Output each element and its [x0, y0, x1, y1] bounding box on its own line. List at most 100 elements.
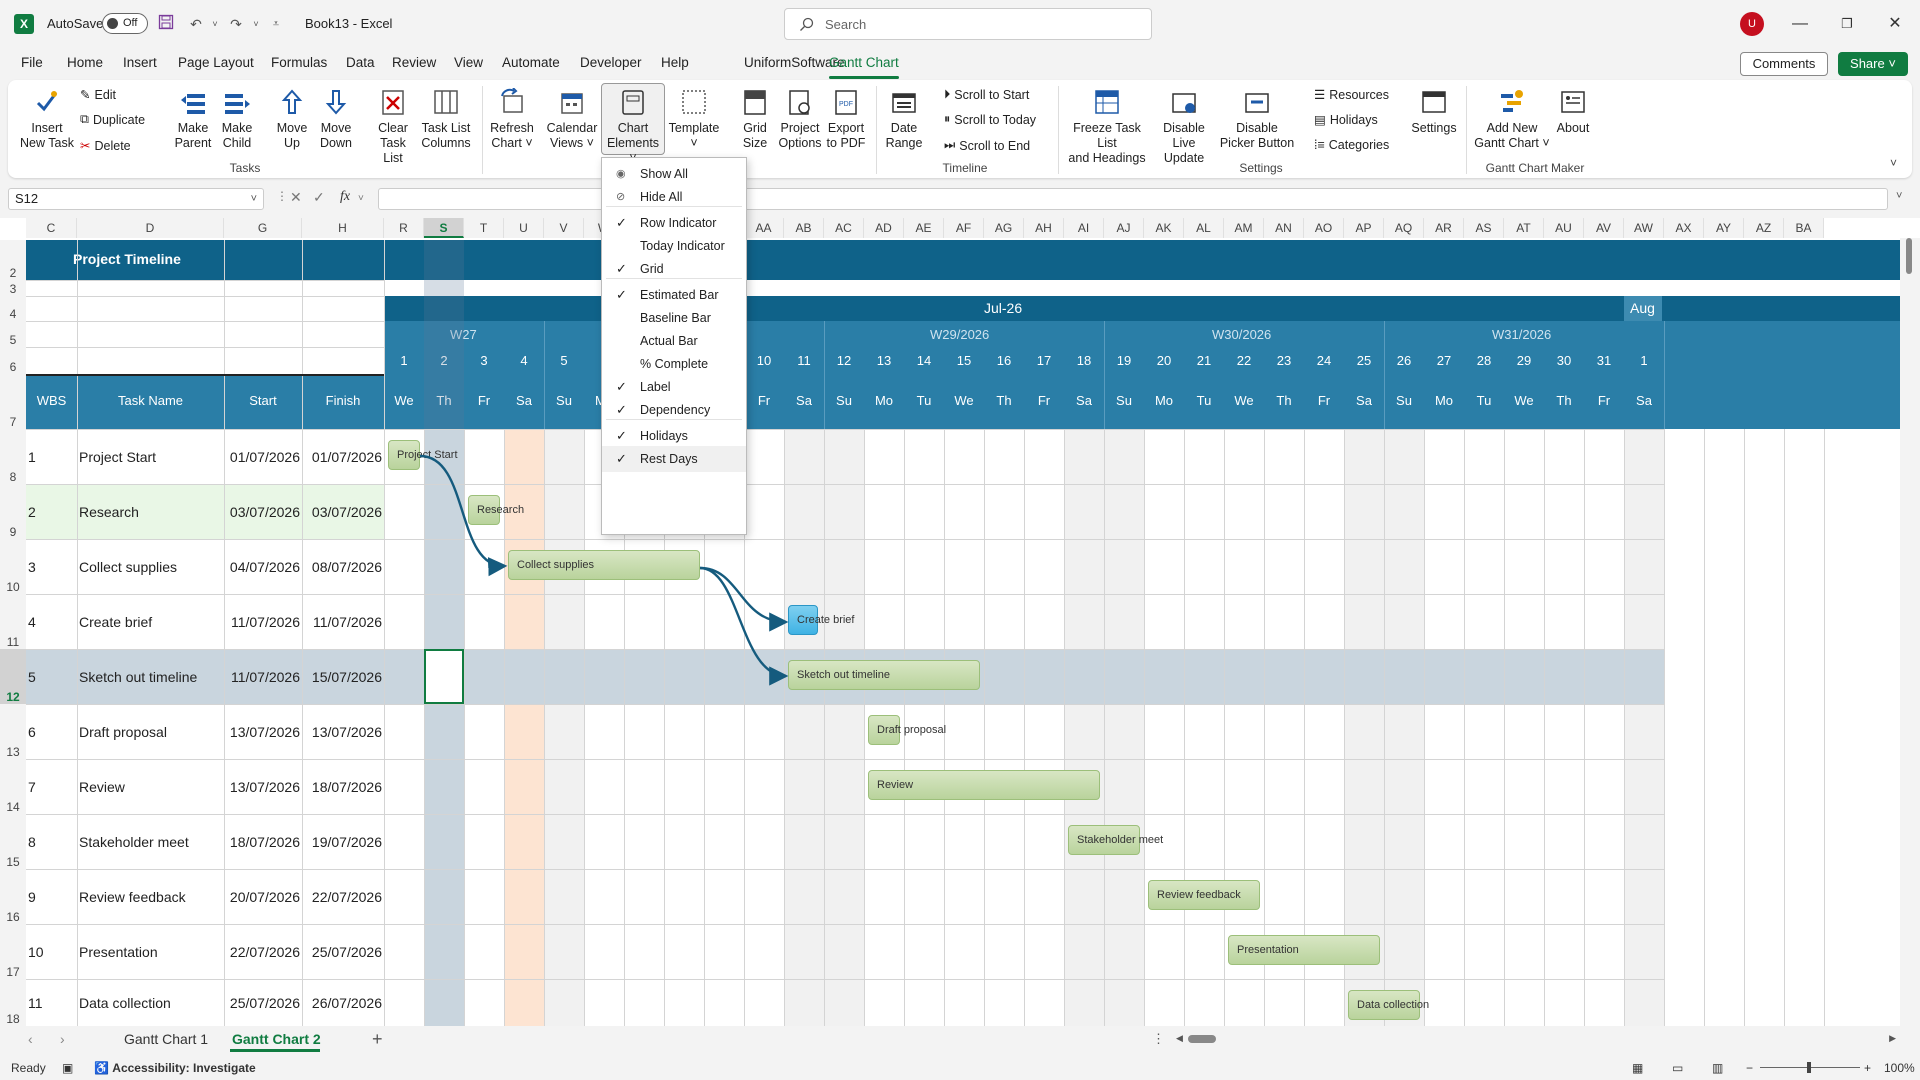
categories-button[interactable]: ⁞≡ Categories	[1314, 138, 1389, 152]
search-input[interactable]: Search	[784, 8, 1152, 40]
calendar-views-button[interactable]: Calendar Views ˅	[544, 86, 600, 151]
accessibility-button[interactable]: ♿ Accessibility: Investigate	[94, 1061, 256, 1075]
tab-split-icon[interactable]: ⋮	[1152, 1031, 1165, 1047]
undo-dropdown-icon[interactable]: ˅	[205, 14, 225, 34]
save-icon[interactable]	[158, 14, 178, 34]
settings-button[interactable]: Settings	[1408, 86, 1460, 136]
sheet-tab-gantt-chart-1[interactable]: Gantt Chart 1	[124, 1031, 208, 1047]
spreadsheet-grid[interactable]	[0, 218, 1920, 1026]
more-options-icon[interactable]: ⋮	[276, 189, 288, 203]
autosave-toggle[interactable]: Off	[102, 13, 148, 34]
menu-page-layout[interactable]: Page Layout	[178, 55, 254, 70]
undo-icon[interactable]: ↶	[186, 14, 206, 34]
add-new-gantt-button[interactable]: Add New Gantt Chart ˅	[1470, 86, 1554, 151]
restore-icon[interactable]: ❐	[1835, 12, 1859, 36]
arrow-down-icon	[320, 86, 352, 118]
menu-home[interactable]: Home	[67, 55, 103, 70]
make-child-button[interactable]: Make Child	[214, 86, 260, 151]
add-sheet-icon[interactable]: +	[372, 1029, 383, 1050]
dropdown-item-label: Holidays	[640, 429, 688, 443]
scroll-to-start-button[interactable]: ⏵ Scroll to Start	[944, 87, 1029, 102]
menu-file[interactable]: File	[21, 55, 43, 70]
comments-button[interactable]: Comments	[1740, 52, 1828, 76]
edit-button[interactable]: ✎ Edit	[80, 87, 116, 103]
scrollbar-thumb[interactable]	[1188, 1035, 1216, 1043]
dropdown-item-rest-days[interactable]: ✓ Rest Days	[602, 446, 746, 472]
page-layout-view-icon[interactable]: ▭	[1672, 1061, 1683, 1075]
move-up-button[interactable]: Move Up	[270, 86, 314, 151]
cancel-formula-icon[interactable]: ✕	[290, 189, 302, 206]
disable-picker-button[interactable]: Disable Picker Button	[1218, 86, 1296, 151]
next-sheet-icon[interactable]: ›	[60, 1031, 65, 1047]
delete-button[interactable]: ✂ Delete	[80, 138, 131, 154]
scroll-right-icon[interactable]: ▶	[1889, 1033, 1896, 1044]
zoom-in-icon[interactable]: +	[1864, 1061, 1871, 1075]
scroll-to-today-button[interactable]: ⏸ Scroll to Today	[944, 112, 1036, 127]
zoom-out-icon[interactable]: −	[1746, 1061, 1753, 1075]
date-range-button[interactable]: Date Range	[882, 86, 926, 151]
template-button[interactable]: Template ˅	[668, 86, 720, 151]
avatar[interactable]: U	[1740, 12, 1764, 36]
add-gantt-icon	[1496, 86, 1528, 118]
menu-view[interactable]: View	[454, 55, 483, 70]
menu-formulas[interactable]: Formulas	[271, 55, 327, 70]
chart-elements-button[interactable]: Chart Elements ˅	[603, 86, 663, 166]
calendar-icon	[556, 86, 588, 118]
menu-developer[interactable]: Developer	[580, 55, 642, 70]
customize-qat-icon[interactable]: ⩡	[266, 14, 286, 34]
clear-task-list-button[interactable]: Clear Task List	[370, 86, 416, 166]
normal-view-icon[interactable]: ▦	[1632, 1061, 1643, 1075]
zoom-slider-thumb[interactable]	[1807, 1062, 1811, 1073]
export-pdf-button[interactable]: PDF Export to PDF	[824, 86, 868, 151]
close-icon[interactable]: ✕	[1883, 12, 1907, 36]
prev-sheet-icon[interactable]: ‹	[28, 1031, 33, 1047]
sheet-tab-gantt-chart-2[interactable]: Gantt Chart 2	[232, 1031, 321, 1047]
menu-automate[interactable]: Automate	[502, 55, 560, 70]
scroll-left-icon[interactable]: ◀	[1176, 1033, 1183, 1044]
enter-formula-icon[interactable]: ✓	[313, 189, 325, 206]
insert-function-icon[interactable]: fx	[340, 189, 350, 205]
make-parent-button[interactable]: Make Parent	[170, 86, 216, 151]
minimize-icon[interactable]: —	[1788, 12, 1812, 36]
name-box-dropdown-icon[interactable]: ˅	[251, 189, 257, 209]
horizontal-scrollbar[interactable]: ◀ ▶	[1176, 1033, 1896, 1045]
expand-formula-icon[interactable]: ˅	[1896, 190, 1902, 202]
picker-icon	[1241, 86, 1273, 118]
chart-elements-icon	[617, 86, 649, 118]
about-button[interactable]: About	[1552, 86, 1594, 136]
grid-size-button[interactable]: Grid Size	[736, 86, 774, 151]
task-list-columns-button[interactable]: Task List Columns	[420, 86, 472, 151]
grid-size-label-1: Grid	[743, 121, 767, 135]
move-up-label-1: Move	[276, 121, 308, 135]
refresh-chart-button[interactable]: Refresh Chart ˅	[488, 86, 536, 151]
share-button[interactable]: Share ˅	[1838, 52, 1908, 76]
comments-label: Comments	[1752, 56, 1816, 71]
insert-new-task-button[interactable]: Insert New Task	[18, 86, 76, 151]
menu-data[interactable]: Data	[346, 55, 375, 70]
redo-icon[interactable]: ↷	[226, 14, 246, 34]
freeze-task-list-button[interactable]: Freeze Task List and Headings	[1062, 86, 1152, 166]
menu-review[interactable]: Review	[392, 55, 436, 70]
move-down-button[interactable]: Move Down	[314, 86, 358, 151]
disable-live-update-button[interactable]: Disable Live Update	[1152, 86, 1216, 166]
dropdown-item-dependency[interactable]: ✓ Dependency	[602, 397, 746, 423]
project-options-button[interactable]: Project Options	[776, 86, 824, 151]
redo-dropdown-icon[interactable]: ˅	[246, 14, 266, 34]
search-icon	[800, 17, 814, 31]
menu-help[interactable]: Help	[661, 55, 689, 70]
fx-dropdown-icon[interactable]: ˅	[358, 193, 364, 204]
menu-insert[interactable]: Insert	[123, 55, 157, 70]
dropdown-item-label: Row Indicator	[640, 216, 717, 230]
dropdown-item-hide-all[interactable]: ⊘ Hide All	[602, 184, 746, 210]
name-box[interactable]: S12 ˅	[8, 188, 264, 210]
menu-gantt-chart[interactable]: Gantt Chart	[829, 55, 899, 70]
macro-record-icon[interactable]: ▣	[62, 1061, 73, 1075]
page-break-view-icon[interactable]: ▥	[1712, 1061, 1723, 1075]
resources-button[interactable]: ☰ Resources	[1314, 87, 1389, 103]
scroll-to-end-button[interactable]: ⏭ Scroll to End	[944, 138, 1030, 153]
holidays-button[interactable]: ▤ Holidays	[1314, 112, 1378, 128]
dropdown-item-grid[interactable]: ✓ Grid	[602, 256, 746, 282]
duplicate-button[interactable]: ⧉ Duplicate	[80, 112, 145, 127]
ribbon-separator	[876, 86, 877, 174]
collapse-ribbon-icon[interactable]: ˅	[1890, 156, 1897, 170]
